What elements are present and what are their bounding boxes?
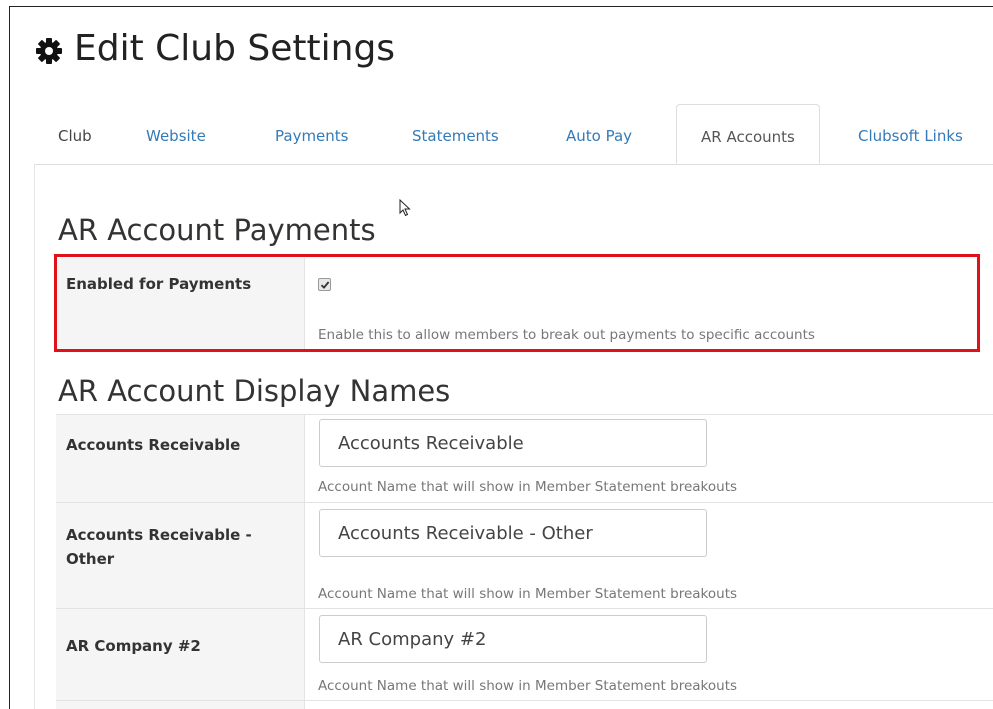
label-cell [56,415,305,503]
display-name-row-partial [56,700,993,709]
accounts-receivable-other-label: Accounts Receivable - Other [66,526,252,568]
tab-club[interactable]: Club [58,104,92,164]
tab-clubsoft-links[interactable]: Clubsoft Links [858,104,963,164]
ar-account-payments-heading: AR Account Payments [58,213,376,247]
settings-tabs: Club Website Payments Statements Auto Pa… [34,104,993,165]
settings-window: Edit Club Settings Club Website Payments… [0,0,993,709]
tab-auto-pay[interactable]: Auto Pay [566,104,632,164]
accounts-receivable-input[interactable] [319,419,707,467]
accounts-receivable-other-input[interactable] [319,509,707,557]
ar-company-2-label: AR Company #2 [66,637,201,655]
highlight-box [54,254,980,352]
page-title-text: Edit Club Settings [74,28,396,69]
label-cell [56,701,305,709]
tab-payments[interactable]: Payments [275,104,348,164]
mouse-pointer-icon [399,198,411,222]
ar-company-2-input[interactable] [319,615,707,663]
ar-company-2-help: Account Name that will show in Member St… [318,678,738,694]
ar-account-display-names-heading: AR Account Display Names [58,374,451,408]
page-title: Edit Club Settings [34,28,395,69]
gear-icon [34,34,64,64]
display-name-row-accounts-receivable-other: Accounts Receivable - Other Account Name… [56,502,993,609]
tab-website[interactable]: Website [146,104,206,164]
tab-statements[interactable]: Statements [412,104,499,164]
tab-ar-accounts[interactable]: AR Accounts [676,104,820,164]
accounts-receivable-other-help: Account Name that will show in Member St… [318,586,738,602]
accounts-receivable-help: Account Name that will show in Member St… [318,479,738,495]
display-name-row-accounts-receivable: Accounts Receivable Account Name that wi… [56,414,993,503]
accounts-receivable-label: Accounts Receivable [66,436,241,454]
display-name-row-ar-company-2: AR Company #2 Account Name that will sho… [56,608,993,701]
